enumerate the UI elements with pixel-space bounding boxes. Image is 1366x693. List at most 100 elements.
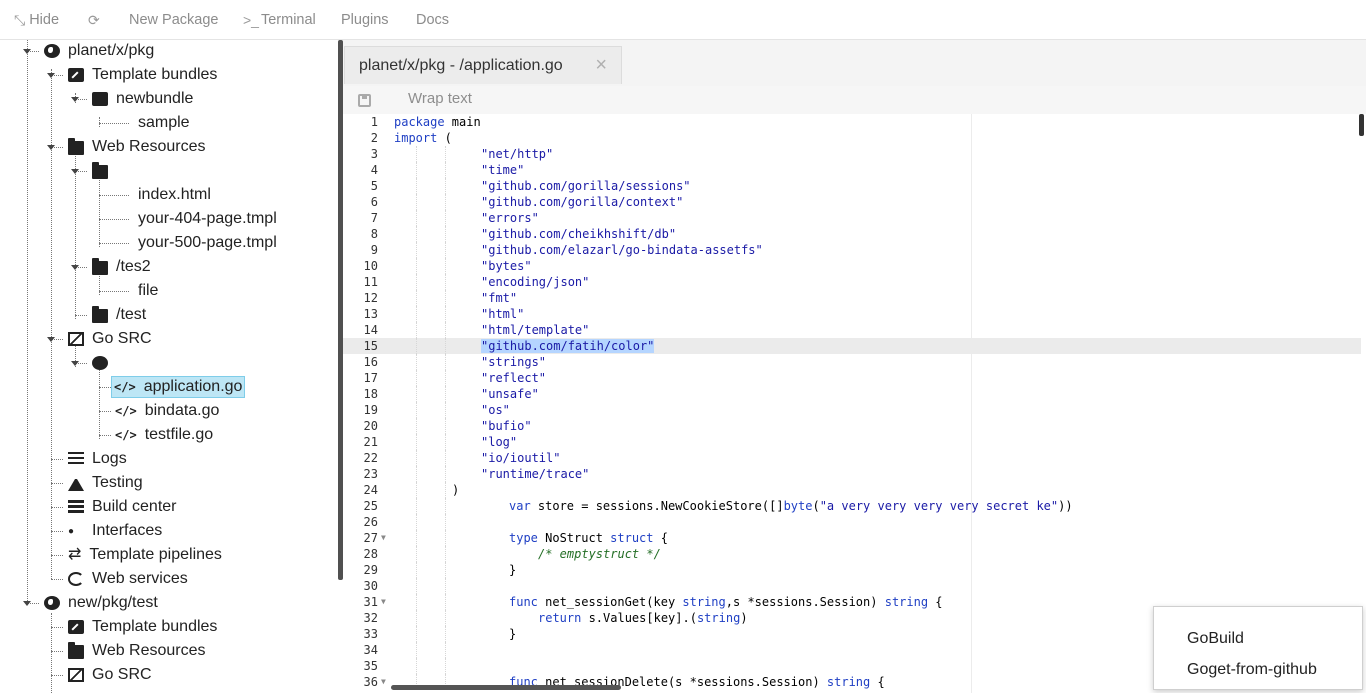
code-line: 21 "log" [343,434,1361,450]
menu-item-goget-from-github[interactable]: Goget-from-github [1187,658,1317,682]
save-icon[interactable] [358,94,371,107]
tree-node-file[interactable]: file [136,280,160,302]
scrollbar-thumb[interactable] [391,685,621,690]
expand-toggle-icon[interactable] [71,265,79,270]
code-line: 9 "github.com/elazarl/go-bindata-assetfs" [343,242,1361,258]
line-code: "github.com/gorilla/sessions" [481,179,691,193]
tree-node-folder[interactable] [90,160,118,182]
tree-node-interfaces[interactable]: Interfaces [66,520,164,543]
line-number: 6 [370,195,378,209]
fold-arrow-icon[interactable]: ▼ [381,530,386,546]
tree-node-logs[interactable]: Logs [66,448,129,470]
tree-node-go-src[interactable]: Go SRC [66,328,154,350]
expand-toggle-icon[interactable] [71,169,79,174]
hide-button[interactable]: ⤡ Hide [14,0,59,40]
indent-guide [445,178,446,194]
hide-label: Hide [29,12,60,28]
tree-guide [51,613,52,693]
expand-toggle-icon[interactable] [71,97,79,102]
tree-node-folder[interactable]: /test [90,304,148,326]
tree-node-go-file[interactable]: </> testfile.go [113,424,215,446]
tree-node-go-file[interactable]: </> bindata.go [113,400,221,422]
new-package-button[interactable]: New Package [129,0,218,40]
expand-toggle-icon[interactable] [47,145,55,150]
menu-item-gobuild[interactable]: GoBuild [1187,627,1244,651]
line-number: 13 [363,307,378,321]
line-number: 19 [363,403,378,417]
expand-toggle-icon[interactable] [23,49,31,54]
line-code: type NoStruct struct { [509,531,668,545]
tree-guide [99,219,129,220]
tree-node-build-center[interactable]: Build center [66,496,179,518]
tree-node-go-src[interactable]: Go SRC [66,664,154,686]
fold-arrow-icon[interactable]: ▼ [381,594,386,610]
code-line: 15 "github.com/fatih/color" [343,338,1361,354]
tree-node-label: Template bundles [92,618,218,635]
indent-guide [416,498,417,514]
refresh-button[interactable]: ⟳ [88,0,104,40]
tree-node-folder[interactable]: /tes2 [90,256,153,278]
tree-node-file[interactable]: sample [136,112,192,134]
share-icon [68,521,84,543]
tree-node-label: Go SRC [92,666,152,683]
expand-toggle-icon[interactable] [23,601,31,606]
indent-guide [445,434,446,450]
indent-guide [445,162,446,178]
tree-node-bundle[interactable]: newbundle [90,88,195,110]
plugins-button[interactable]: Plugins [341,0,389,40]
code-line: 28 /* emptystruct */ [343,546,1361,562]
wrap-text-button[interactable]: Wrap text [408,90,472,107]
indent-guide [445,642,446,658]
editor-vertical-scrollbar[interactable] [1359,114,1364,136]
indent-guide [445,322,446,338]
tree-node-file[interactable]: your-404-page.tmpl [136,208,279,230]
tree-node-web-resources[interactable]: Web Resources [66,640,208,662]
tree-node-source-group[interactable] [90,352,118,374]
line-number: 9 [370,243,378,257]
terminal-button[interactable]: >_ Terminal [243,0,316,40]
line-number: 15 [363,339,378,353]
tree-node-label: Web Resources [92,138,206,155]
line-code: "html" [481,307,525,321]
tree-node-go-file-selected[interactable]: </> application.go [111,376,246,398]
tab-title: planet/x/pkg - /application.go [359,56,563,74]
expand-toggle-icon[interactable] [47,337,55,342]
tree-node-testing[interactable]: Testing [66,472,145,494]
editor-tab[interactable]: planet/x/pkg - /application.go × [344,46,622,84]
tree-node-template-bundles[interactable]: Template bundles [66,64,219,86]
close-icon[interactable]: × [595,54,607,77]
docs-button[interactable]: Docs [416,0,449,40]
tree-guide [99,195,129,196]
fold-arrow-icon[interactable]: ▼ [381,674,386,690]
tree-node-template-pipelines[interactable]: ⇄ Template pipelines [66,544,224,566]
indent-guide [416,258,417,274]
indent-guide [445,466,446,482]
tree-node-file[interactable]: index.html [136,184,213,206]
line-number: 5 [370,179,378,193]
expand-toggle-icon[interactable] [71,361,79,366]
tree-node-web-services[interactable]: Web services [66,568,190,590]
folder-icon [92,162,108,179]
tree-node-label: bindata.go [144,402,220,419]
expand-toggle-icon[interactable] [47,73,55,78]
tree-node-file[interactable]: your-500-page.tmpl [136,232,279,254]
indent-guide [416,370,417,386]
indent-guide [416,178,417,194]
line-code: "runtime/trace" [481,467,590,481]
line-code: "github.com/cheikhshift/db" [481,227,677,241]
line-number: 1 [370,115,378,129]
exchange-icon: ⇄ [68,546,82,563]
tree-node-package[interactable]: planet/x/pkg [42,40,156,62]
tree-node-template-bundles[interactable]: Template bundles [66,616,219,638]
code-line: 4 "time" [343,162,1361,178]
code-line: 12 "fmt" [343,290,1361,306]
tree-node-label: Interfaces [92,522,163,539]
tree-node-web-resources[interactable]: Web Resources [66,136,208,158]
indent-guide [445,418,446,434]
tree-node-package[interactable]: new/pkg/test [42,592,160,614]
cube-icon [68,332,84,346]
line-number: 23 [363,467,378,481]
tree-node-label: Web Resources [92,642,206,659]
line-number: 31 [363,595,378,609]
line-number: 28 [363,547,378,561]
